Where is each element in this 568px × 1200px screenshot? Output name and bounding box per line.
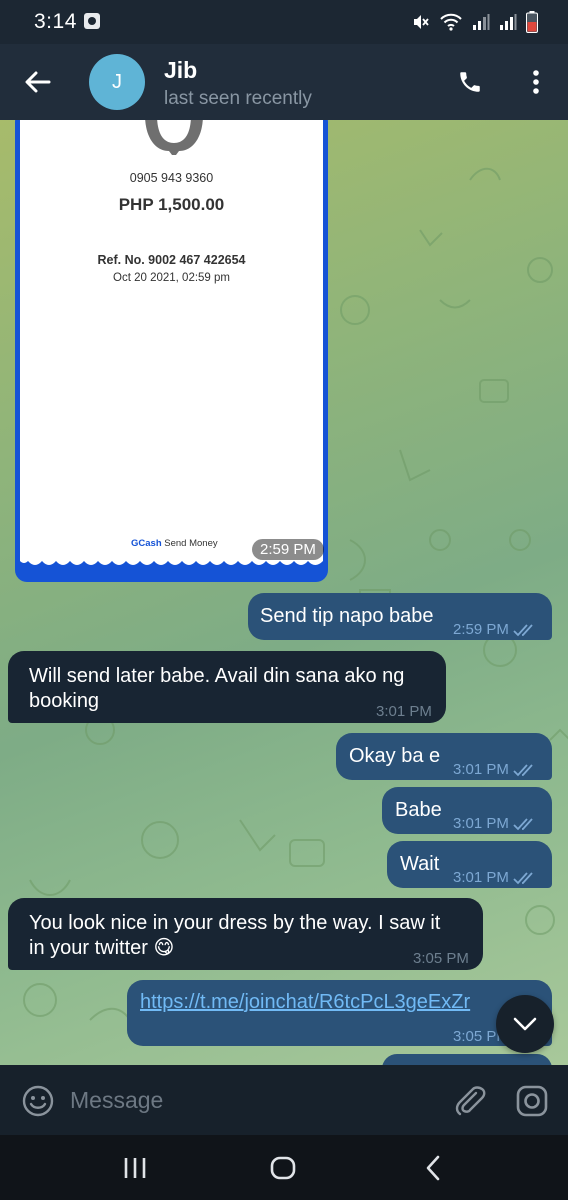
recent-apps-icon[interactable] [120,1153,150,1183]
signal-icon [500,14,517,30]
double-check-icon [513,763,533,776]
chevron-down-icon [513,1017,537,1031]
message-time: 2:59 PM [252,539,324,560]
wifi-icon [440,13,462,31]
receipt-paper: 0905 943 9360 PHP 1,500.00 Ref. No. 9002… [20,120,323,555]
message-time: 3:01 PM [453,761,509,778]
receipt-footer: GCash Send Money [131,538,218,549]
paperclip-icon[interactable] [452,1083,488,1119]
message-time: 3:01 PM [453,815,509,832]
receipt-reference: Ref. No. 9002 467 422654 [97,253,246,267]
scroll-to-bottom-button[interactable] [496,995,554,1053]
camera-icon[interactable] [514,1083,550,1119]
call-button[interactable] [450,62,490,102]
receipt-amount: PHP 1,500.00 [118,195,225,214]
message-bubble-outgoing[interactable]: Send tip napo babe 2:59 PM [248,593,552,640]
avatar[interactable]: J [89,54,145,110]
message-meta: 3:01 PM [453,757,537,782]
message-bubble-outgoing[interactable]: Babe 3:01 PM [382,787,552,834]
chat-title[interactable]: Jib [164,57,197,84]
home-icon[interactable] [268,1153,298,1183]
avatar-initial: J [112,70,122,93]
status-bar: 3:14 [0,0,568,44]
invite-link[interactable]: https://t.me/joinchat/R6tcPcL3geExZr [140,990,470,1015]
receipt-image-message[interactable]: 0905 943 9360 PHP 1,500.00 Ref. No. 9002… [15,120,328,582]
more-vert-icon [533,70,539,94]
message-time: 3:01 PM [376,703,432,720]
double-check-icon [513,817,533,830]
message-time: 3:05 PM [413,950,469,967]
chat-status: last seen recently [164,88,312,109]
gcash-logo: GCash [131,538,162,549]
double-check-icon [513,871,533,884]
person-silhouette-icon [145,120,203,155]
emoji-icon[interactable] [20,1083,56,1119]
back-arrow-icon [25,71,51,93]
receipt-service: Send Money [164,538,218,549]
more-menu-button[interactable] [516,62,556,102]
system-nav-bar [0,1135,568,1200]
message-time: 2:59 PM [453,621,509,638]
message-time: 3:01 PM [453,869,509,886]
mute-icon [414,15,429,29]
message-text-line: You look nice in your dress by the way. … [29,912,441,934]
chat-header: J Jib last seen recently [0,44,568,120]
receipt-phone-number: 0905 943 9360 [129,171,214,185]
message-meta: 3:01 PM [453,865,537,890]
message-text: Okay ba e [349,745,441,767]
message-text: Send tip napo babe [260,605,434,627]
message-bubble-outgoing[interactable]: Okay ba e 3:01 PM [336,733,552,780]
message-bubble-incoming[interactable]: Will send later babe. Avail din sana ako… [8,651,446,723]
message-input[interactable] [70,1085,430,1115]
message-text: Wait [400,853,440,875]
status-time: 3:14 [34,10,77,33]
message-meta: 3:01 PM [453,811,537,836]
chat-area[interactable]: 0905 943 9360 PHP 1,500.00 Ref. No. 9002… [0,120,568,1065]
message-text-line: Will send later babe. Avail din sana ako… [29,665,405,687]
receipt-date: Oct 20 2021, 02:59 pm [113,272,230,284]
back-button[interactable] [18,62,58,102]
message-bubble-outgoing[interactable] [382,1054,552,1065]
message-text-line: in your twitter 😋 [29,937,175,959]
signal-icon [473,14,490,30]
status-icons [412,9,538,35]
message-text-line: booking [29,690,100,712]
phone-icon [460,72,480,92]
message-bubble-incoming[interactable]: You look nice in your dress by the way. … [8,898,483,970]
message-bubble-outgoing[interactable]: Wait 3:01 PM [387,841,552,888]
message-text: Babe [395,799,442,821]
double-check-icon [513,623,533,636]
message-bubble-outgoing[interactable]: https://t.me/joinchat/R6tcPcL3geExZr 3:0… [127,980,552,1046]
message-meta: 2:59 PM [453,617,537,642]
nav-back-icon[interactable] [418,1153,448,1183]
screenshot-icon [84,13,100,29]
message-composer [0,1065,568,1135]
battery-icon [526,11,538,33]
